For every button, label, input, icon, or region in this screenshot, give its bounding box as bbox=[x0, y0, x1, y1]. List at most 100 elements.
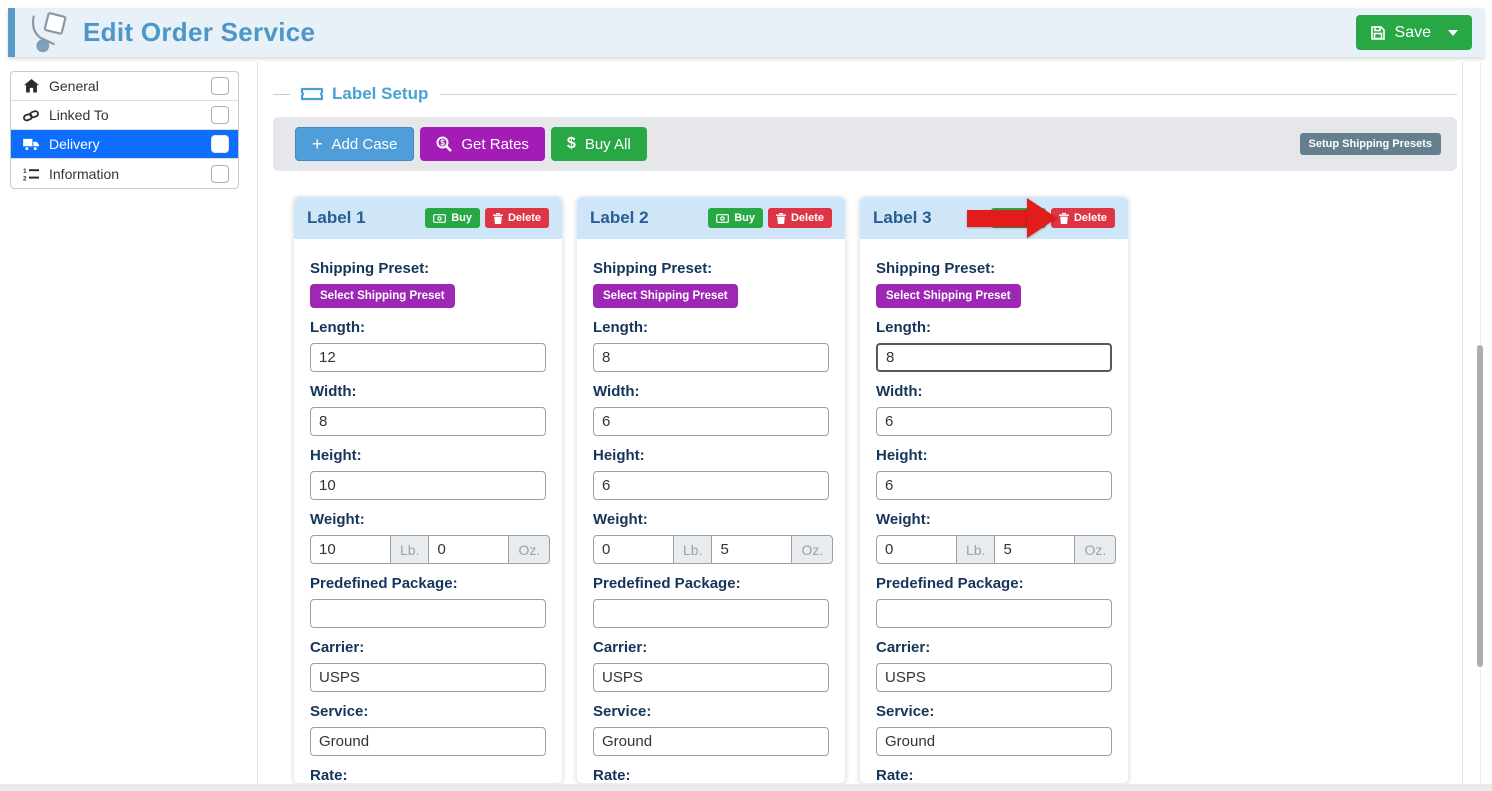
label-title: Label 1 bbox=[307, 208, 366, 228]
weight-oz-input[interactable] bbox=[428, 535, 509, 564]
delete-button[interactable]: Delete bbox=[485, 208, 549, 228]
length-input[interactable] bbox=[593, 343, 829, 372]
delete-button[interactable]: Delete bbox=[768, 208, 832, 228]
carrier-label: Carrier: bbox=[876, 639, 1112, 656]
label-card-body: Shipping Preset: Select Shipping Preset … bbox=[860, 239, 1128, 791]
buy-all-button[interactable]: $ Buy All bbox=[551, 127, 647, 161]
ordered-list-icon: 1 2 bbox=[20, 167, 42, 181]
height-input[interactable] bbox=[310, 471, 546, 500]
link-icon bbox=[20, 109, 42, 122]
buy-button[interactable]: Buy bbox=[425, 208, 480, 228]
general-checkbox[interactable] bbox=[211, 77, 229, 95]
annotation-arrow-tail bbox=[967, 210, 1028, 227]
vertical-scrollbar-thumb[interactable] bbox=[1477, 345, 1483, 667]
sidebar-item-linked-to[interactable]: Linked To bbox=[11, 101, 238, 130]
delivery-checkbox[interactable] bbox=[211, 135, 229, 153]
label-title: Label 3 bbox=[873, 208, 932, 228]
truck-icon bbox=[20, 138, 42, 151]
svg-text:$: $ bbox=[441, 138, 446, 147]
carrier-input[interactable] bbox=[876, 663, 1112, 692]
buy-button[interactable]: Buy bbox=[708, 208, 763, 228]
width-input[interactable] bbox=[876, 407, 1112, 436]
label-card-1: Label 1 Buy Delete Shipping Preset: Sele… bbox=[293, 196, 563, 784]
buy-label: Buy bbox=[734, 212, 755, 224]
shipping-preset-label: Shipping Preset: bbox=[310, 260, 546, 277]
service-label: Service: bbox=[593, 703, 829, 720]
page-header: Edit Order Service Save bbox=[8, 8, 1484, 57]
svg-text:1: 1 bbox=[23, 168, 27, 175]
lb-addon: Lb. bbox=[956, 535, 995, 564]
weight-lb-input[interactable] bbox=[593, 535, 674, 564]
height-label: Height: bbox=[593, 447, 829, 464]
lb-addon: Lb. bbox=[390, 535, 429, 564]
weight-label: Weight: bbox=[593, 511, 829, 528]
save-button[interactable]: Save bbox=[1356, 15, 1472, 50]
sidebar-item-label: General bbox=[49, 78, 99, 94]
sidebar-item-label: Delivery bbox=[49, 136, 100, 152]
setup-shipping-presets-button[interactable]: Setup Shipping Presets bbox=[1300, 133, 1441, 155]
length-label: Length: bbox=[593, 319, 829, 336]
get-rates-button[interactable]: $ Get Rates bbox=[420, 127, 545, 161]
sidebar-item-label: Information bbox=[49, 166, 119, 182]
label-setup-legend: Label Setup bbox=[273, 83, 1462, 105]
weight-lb-input[interactable] bbox=[310, 535, 391, 564]
linked-to-checkbox[interactable] bbox=[211, 106, 229, 124]
rate-label: Rate: bbox=[593, 767, 829, 784]
label-card-body: Shipping Preset: Select Shipping Preset … bbox=[294, 239, 562, 791]
weight-oz-input[interactable] bbox=[994, 535, 1075, 564]
predefined-package-label: Predefined Package: bbox=[876, 575, 1112, 592]
width-label: Width: bbox=[593, 383, 829, 400]
service-input[interactable] bbox=[876, 727, 1112, 756]
predefined-package-input[interactable] bbox=[310, 599, 546, 628]
oz-addon: Oz. bbox=[791, 535, 833, 564]
height-input[interactable] bbox=[876, 471, 1112, 500]
sidebar-item-delivery[interactable]: Delivery bbox=[11, 130, 238, 159]
label-card-body: Shipping Preset: Select Shipping Preset … bbox=[577, 239, 845, 791]
weight-input-group: Lb. Oz. bbox=[310, 535, 546, 564]
carrier-label: Carrier: bbox=[593, 639, 829, 656]
main-content: Label Setup + Add Case $ Get Rates $ bbox=[273, 62, 1462, 171]
buy-label: Buy bbox=[451, 212, 472, 224]
add-case-label: Add Case bbox=[332, 136, 398, 153]
predefined-package-input[interactable] bbox=[593, 599, 829, 628]
width-input[interactable] bbox=[310, 407, 546, 436]
delete-button[interactable]: Delete bbox=[1051, 208, 1115, 228]
trash-icon bbox=[1059, 213, 1069, 224]
weight-oz-input[interactable] bbox=[711, 535, 792, 564]
legend-dash bbox=[273, 94, 290, 95]
right-column-divider bbox=[1462, 62, 1463, 791]
carrier-label: Carrier: bbox=[310, 639, 546, 656]
annotation-arrow-icon bbox=[1027, 198, 1057, 238]
sidebar: General Linked To Delivery bbox=[10, 71, 239, 189]
screen: Edit Order Service Save General bbox=[0, 0, 1492, 791]
rate-label: Rate: bbox=[310, 767, 546, 784]
length-input[interactable] bbox=[876, 343, 1112, 372]
information-checkbox[interactable] bbox=[211, 165, 229, 183]
width-input[interactable] bbox=[593, 407, 829, 436]
dollar-icon: $ bbox=[567, 135, 576, 153]
label-cards: Label 1 Buy Delete Shipping Preset: Sele… bbox=[293, 196, 1129, 784]
left-column-divider bbox=[257, 62, 258, 791]
add-case-button[interactable]: + Add Case bbox=[295, 127, 414, 161]
get-rates-label: Get Rates bbox=[461, 136, 529, 153]
height-label: Height: bbox=[876, 447, 1112, 464]
sidebar-item-information[interactable]: 1 2 Information bbox=[11, 159, 238, 188]
weight-lb-input[interactable] bbox=[876, 535, 957, 564]
carrier-input[interactable] bbox=[310, 663, 546, 692]
section-title: Label Setup bbox=[332, 84, 428, 104]
service-input[interactable] bbox=[593, 727, 829, 756]
carrier-input[interactable] bbox=[593, 663, 829, 692]
select-shipping-preset-button[interactable]: Select Shipping Preset bbox=[593, 284, 738, 308]
predefined-package-input[interactable] bbox=[876, 599, 1112, 628]
service-input[interactable] bbox=[310, 727, 546, 756]
plus-icon: + bbox=[312, 135, 323, 153]
select-shipping-preset-button[interactable]: Select Shipping Preset bbox=[310, 284, 455, 308]
bottom-strip bbox=[0, 784, 1492, 791]
length-input[interactable] bbox=[310, 343, 546, 372]
height-input[interactable] bbox=[593, 471, 829, 500]
sidebar-item-label: Linked To bbox=[49, 107, 109, 123]
select-shipping-preset-button[interactable]: Select Shipping Preset bbox=[876, 284, 1021, 308]
sidebar-item-general[interactable]: General bbox=[11, 72, 238, 101]
width-label: Width: bbox=[876, 383, 1112, 400]
ticket-icon bbox=[300, 86, 324, 102]
